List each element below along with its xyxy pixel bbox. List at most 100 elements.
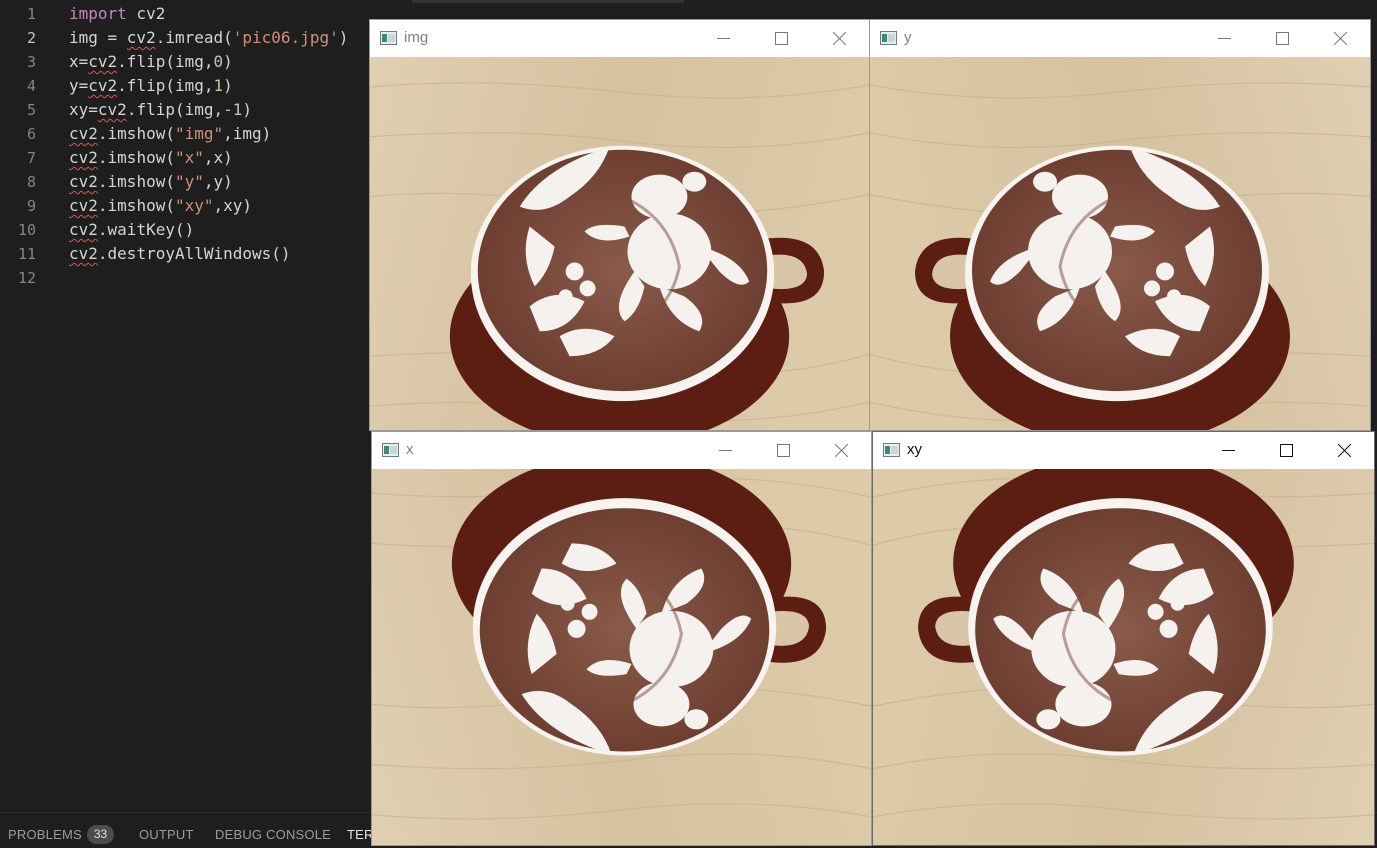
title-bar[interactable]: xy [873, 432, 1374, 469]
tab-terminal[interactable]: TER [347, 827, 374, 842]
code-text: img = [69, 28, 127, 47]
code-line[interactable]: 6 cv2.imshow("img",img) [0, 122, 370, 146]
window-app-icon [880, 31, 897, 45]
line-number: 6 [26, 125, 36, 143]
code-text: xy= [69, 100, 98, 119]
maximize-icon [1276, 32, 1289, 45]
line-number: 1 [26, 5, 36, 23]
code-text: ) [338, 28, 349, 47]
string-token: "x" [174, 148, 204, 167]
line-number: 4 [26, 77, 36, 95]
code-text: ) [242, 100, 253, 119]
close-button[interactable] [1312, 20, 1370, 57]
minimize-icon [719, 450, 732, 451]
tab-debug-console[interactable]: DEBUG CONSOLE [215, 827, 331, 842]
module-token: cv2 [69, 220, 98, 239]
close-icon [835, 444, 848, 457]
code-editor[interactable]: 1 import cv2 2 img = cv2.imread('pic06.j… [0, 0, 370, 812]
code-text: y= [69, 76, 89, 95]
code-text: .imread( [155, 28, 233, 47]
code-text: ,x) [203, 148, 233, 167]
line-number: 12 [17, 269, 36, 287]
window-strip [412, 0, 684, 3]
string-token: 'pic06.jpg' [232, 28, 339, 47]
minimize-icon [1222, 450, 1235, 451]
opencv-window-x[interactable]: x [371, 431, 872, 846]
image-canvas[interactable] [870, 57, 1370, 430]
code-text: ,y) [203, 172, 233, 191]
code-text: .imshow( [97, 124, 175, 143]
close-icon [833, 32, 846, 45]
code-line[interactable]: 7 cv2.imshow("x",x) [0, 146, 370, 170]
opencv-window-img[interactable]: img [369, 19, 870, 431]
code-text: .flip(img, [117, 76, 214, 95]
tab-problems[interactable]: PROBLEMS [8, 827, 82, 842]
line-number: 10 [17, 221, 36, 239]
number-token: 1 [213, 76, 224, 95]
string-token: "img" [174, 124, 224, 143]
code-line[interactable]: 10 cv2.waitKey() [0, 218, 370, 242]
opencv-window-xy[interactable]: xy [872, 431, 1375, 846]
code-text: ) [223, 76, 233, 95]
window-title: x [406, 441, 414, 458]
image-canvas[interactable] [372, 469, 871, 845]
image-canvas[interactable] [370, 57, 869, 430]
module-token: cv2 [69, 148, 98, 167]
code-text: .waitKey() [97, 220, 195, 239]
minimize-button[interactable] [697, 432, 755, 469]
code-text: x= [69, 52, 89, 71]
code-line[interactable]: 5 xy=cv2.flip(img,-1) [0, 98, 370, 122]
minimize-button[interactable] [1200, 432, 1258, 469]
maximize-button[interactable] [753, 20, 811, 57]
code-line[interactable]: 3 x=cv2.flip(img,0) [0, 50, 370, 74]
latte-art-photo-flipped-horizontal [870, 57, 1370, 430]
maximize-button[interactable] [755, 432, 813, 469]
window-app-icon [382, 443, 399, 457]
code-text: .flip(img, [117, 52, 214, 71]
code-text: ) [223, 52, 233, 71]
module-token: cv2 [88, 52, 118, 71]
window-title: xy [907, 441, 922, 458]
line-number: 5 [26, 101, 36, 119]
code-text: .imshow( [97, 148, 175, 167]
number-token: -1 [223, 100, 243, 119]
minimize-icon [1218, 38, 1231, 39]
latte-art-photo-flipped-vertical [372, 469, 871, 845]
window-title: img [404, 29, 429, 46]
close-button[interactable] [811, 20, 869, 57]
code-text: .destroyAllWindows() [97, 244, 291, 263]
close-button[interactable] [1316, 432, 1374, 469]
string-token: "y" [174, 172, 204, 191]
line-number: 9 [26, 197, 36, 215]
maximize-icon [1280, 444, 1293, 457]
code-line[interactable]: 8 cv2.imshow("y",y) [0, 170, 370, 194]
code-line[interactable]: 2 img = cv2.imread('pic06.jpg') [0, 26, 370, 50]
maximize-icon [777, 444, 790, 457]
minimize-button[interactable] [1196, 20, 1254, 57]
code-line[interactable]: 9 cv2.imshow("xy",xy) [0, 194, 370, 218]
image-canvas[interactable] [873, 469, 1374, 845]
line-number: 2 [26, 29, 36, 47]
code-line[interactable]: 4 y=cv2.flip(img,1) [0, 74, 370, 98]
maximize-icon [775, 32, 788, 45]
line-number: 3 [26, 53, 36, 71]
window-app-icon [883, 443, 900, 457]
title-bar[interactable]: y [870, 20, 1370, 57]
window-title: y [904, 29, 912, 46]
maximize-button[interactable] [1254, 20, 1312, 57]
code-line[interactable]: 1 import cv2 [0, 2, 370, 26]
module-token: cv2 [69, 196, 98, 215]
opencv-window-y[interactable]: y [869, 19, 1371, 431]
code-line[interactable]: 11 cv2.destroyAllWindows() [0, 242, 370, 266]
module-token: cv2 [97, 100, 127, 119]
module-token: cv2 [126, 28, 156, 47]
minimize-button[interactable] [695, 20, 753, 57]
title-bar[interactable]: x [372, 432, 871, 469]
tab-output[interactable]: OUTPUT [139, 827, 194, 842]
string-token: "xy" [174, 196, 214, 215]
code-text: .imshow( [97, 196, 175, 215]
maximize-button[interactable] [1258, 432, 1316, 469]
code-line[interactable]: 12 [0, 266, 370, 290]
close-button[interactable] [813, 432, 871, 469]
title-bar[interactable]: img [370, 20, 869, 57]
